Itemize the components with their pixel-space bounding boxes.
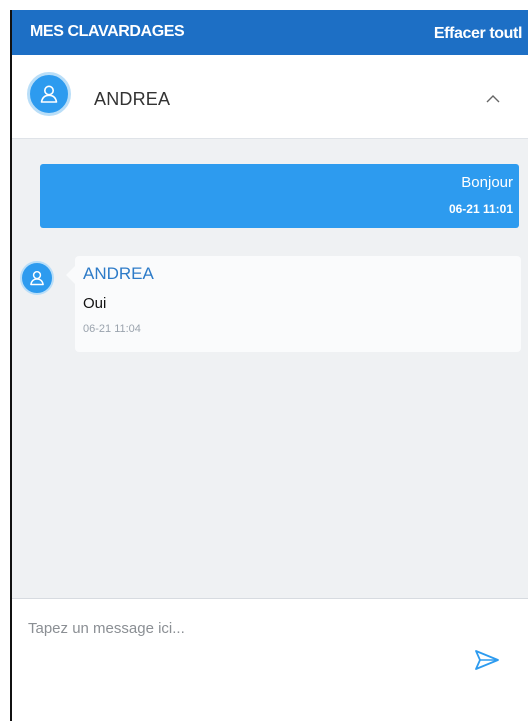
user-icon — [30, 270, 44, 286]
contact-name: ANDREA — [94, 89, 171, 109]
chevron-up-icon[interactable] — [481, 87, 505, 111]
user-icon — [40, 85, 58, 103]
message-list[interactable]: Bonjour 06-21 11:01 ANDREA Oui 06-21 11:… — [12, 139, 528, 598]
message-timestamp: 06-21 11:01 — [448, 202, 513, 216]
message-timestamp: 06-21 11:04 — [83, 323, 141, 335]
chat-title: MES CLAVARDAGES — [30, 23, 185, 40]
send-icon[interactable] — [474, 649, 500, 671]
contact-avatar — [27, 72, 71, 116]
sender-avatar — [20, 261, 54, 295]
outgoing-message: Bonjour 06-21 11:01 — [40, 164, 519, 228]
clear-all-button[interactable]: Effacer toutl — [434, 25, 523, 43]
message-composer — [12, 598, 528, 721]
contact-header[interactable]: ANDREA — [12, 55, 528, 139]
incoming-message: ANDREA Oui 06-21 11:04 — [66, 256, 521, 352]
chat-window: MES CLAVARDAGES Effacer toutl ANDREA Bon… — [10, 10, 528, 721]
message-sender: ANDREA — [83, 264, 154, 283]
chat-header: MES CLAVARDAGES Effacer toutl — [12, 10, 528, 55]
message-text: Oui — [83, 295, 107, 312]
message-text: Bonjour — [461, 174, 513, 191]
message-input[interactable] — [28, 613, 448, 643]
